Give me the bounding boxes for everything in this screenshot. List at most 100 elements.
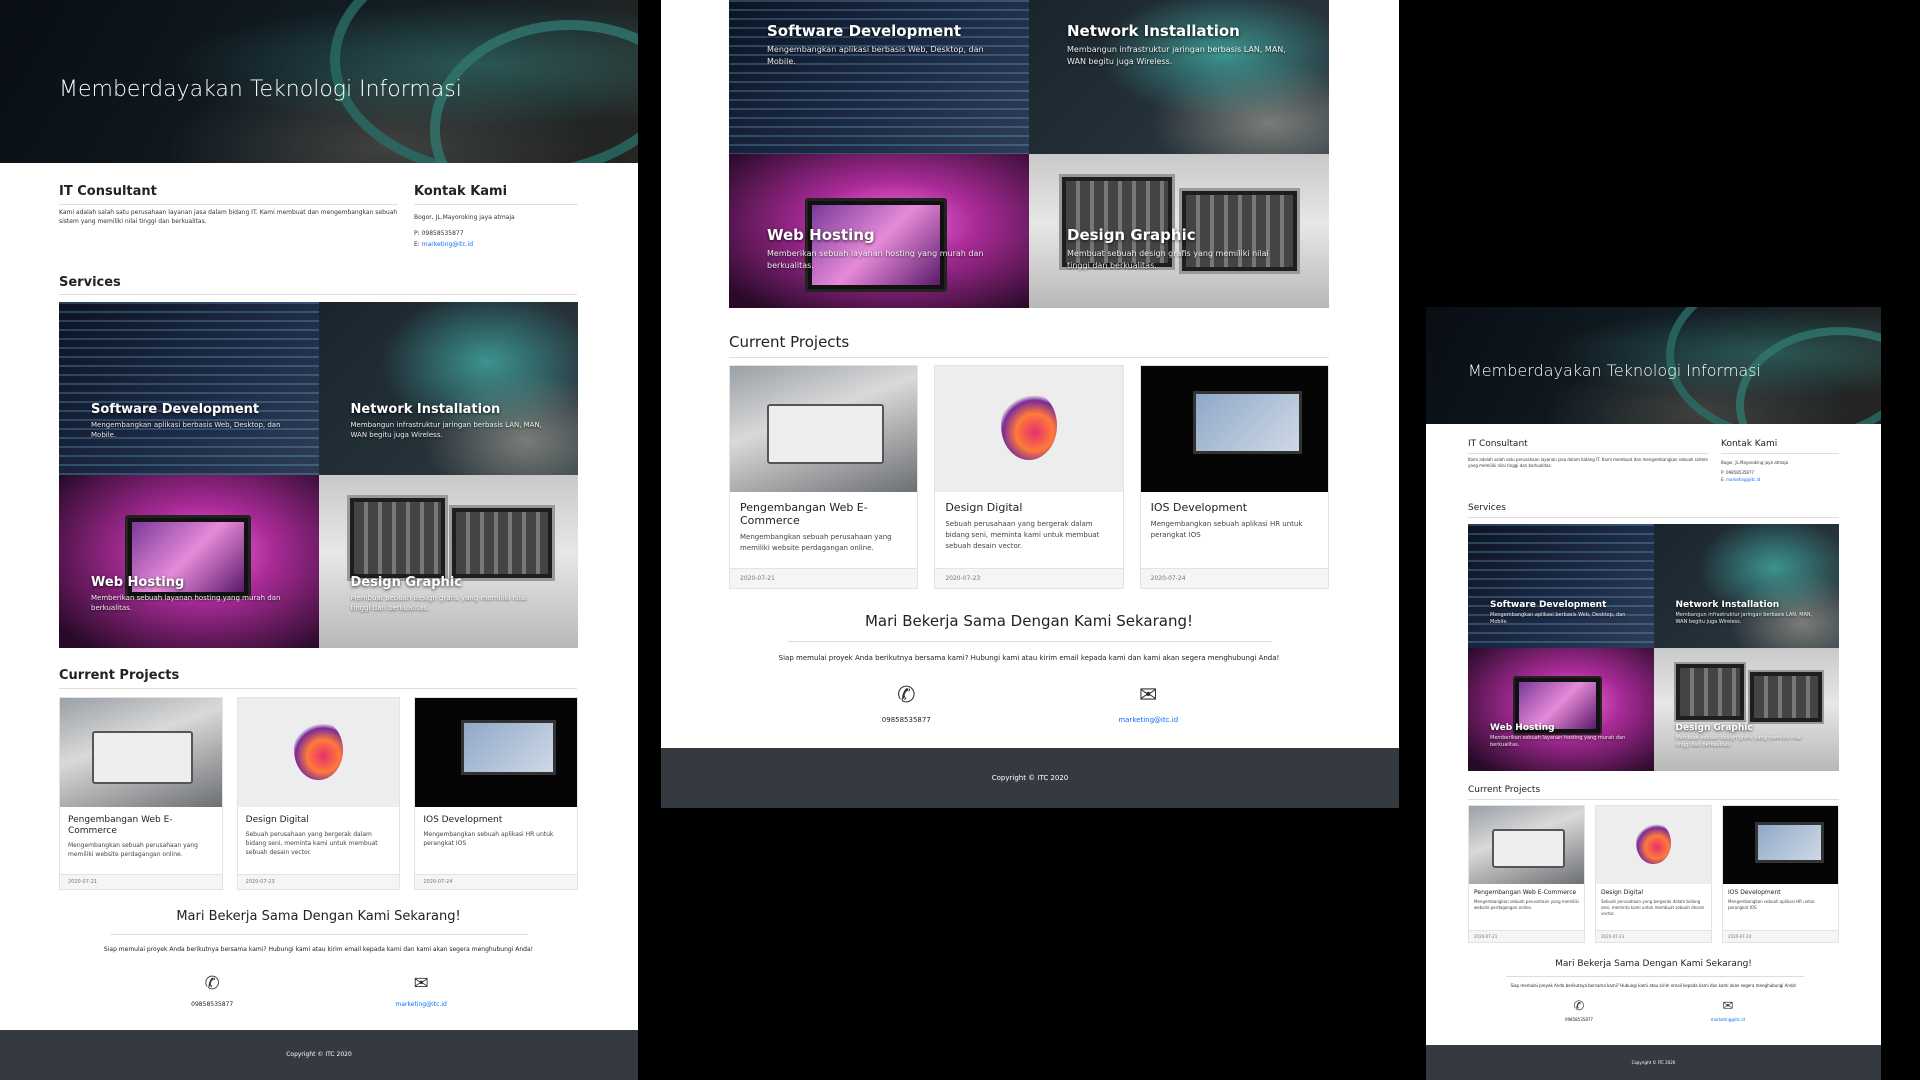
footer-copyright: Copyright © ITC 2020 [1631,1060,1676,1065]
about-heading: IT Consultant [59,184,157,199]
projects-heading: Current Projects [729,333,850,351]
project-card[interactable]: Design Digital Sebuah perusahaan yang ber… [236,697,401,890]
service-desc: Mengembangkan aplikasi berbasis Web, Des… [767,45,984,66]
service-desc: Mengembangkan aplikasi berbasis Web, Des… [1490,611,1626,625]
cta-email-link[interactable]: marketing@itc.id [396,1001,447,1008]
phone-icon: ✆ [1573,999,1585,1014]
cta-lead: Siap memulai proyek Anda berikutnya bers… [1510,983,1797,988]
service-title: Software Development [767,22,961,40]
project-card[interactable]: IOS Development Mengembangkan sebuah apli… [1139,365,1329,589]
envelope-icon: ✉ [1722,999,1734,1014]
divider [1721,453,1839,454]
cta-email-link[interactable]: marketing@itc.id [1118,716,1178,724]
cta-lead: Siap memulai proyek Anda berikutnya bers… [778,654,1280,662]
cta-heading: Mari Bekerja Sama Dengan Kami Sekarang! [864,612,1194,630]
divider [1468,517,1839,518]
service-tile-hosting[interactable]: Web Hosting Memberikan sebuah layanan hos… [1468,647,1654,771]
contact-phone-block: ✆ 09858535877 [191,975,234,1009]
project-date: 2020-07-23 [237,874,400,889]
service-title: Web Hosting [1490,723,1555,733]
footer-copyright: Copyright © ITC 2020 [991,774,1069,782]
divider [414,204,578,205]
phone-prefix: P: [1721,470,1725,475]
contact-email-link[interactable]: marketing@itc.id [422,241,473,248]
page-preview-desktop: Memberdayakan Teknologi Informasi IT Con… [0,0,638,1080]
project-title: IOS Development [1728,889,1781,896]
project-title: Pengembangan Web E-Commerce [68,815,173,836]
footer: Copyright © ITC 2020 [1426,1045,1881,1080]
service-desc: Mengembangkan aplikasi berbasis Web, Des… [91,421,281,439]
about-text: Kami adalah salah satu perusahaan layana… [59,209,398,225]
service-title: Design Graphic [350,575,462,590]
phone-prefix: P: [414,230,420,237]
project-image [935,366,1123,492]
project-card[interactable]: IOS Development Mengembangkan sebuah apli… [1722,805,1839,943]
service-tile-software[interactable]: Software Development Mengembangkan aplika… [1468,524,1654,648]
service-tile-hosting[interactable]: Web Hosting Memberikan sebuah layanan hos… [59,475,319,648]
service-tile-network[interactable]: Network Installation Membangun infrastruk… [1029,0,1329,154]
cta-lead: Siap memulai proyek Anda berikutnya bers… [103,946,534,953]
project-title: Pengembangan Web E-Commerce [1474,889,1577,896]
email-prefix: E: [1721,477,1725,482]
contact-email-link[interactable]: marketing@itc.id [1726,477,1760,482]
service-title: Network Installation [350,402,501,417]
contact-email-block: ✉ marketing@itc.id [396,975,447,1009]
project-desc: Mengembangkan sebuah perusahaan yang mem… [740,533,892,552]
project-date: 2020-07-24 [1140,568,1328,588]
contact-address: Bogor, JL.Mayoroking jaya atmaja [1721,460,1789,465]
projects-row: Pengembangan Web E-Commerce Mengembangkan… [1468,805,1839,943]
hero-title: Memberdayakan Teknologi Informasi [1468,361,1761,380]
service-desc: Membangun infrastruktur jaringan berbasi… [1067,45,1286,66]
service-tile-hosting[interactable]: Web Hosting Memberikan sebuah layanan hos… [729,154,1029,308]
project-desc: Sebuah perusahaan yang bergerak dalam bi… [945,520,1100,550]
project-desc: Mengembangkan sebuah aplikasi HR untuk p… [1728,899,1815,910]
projects-row: Pengembangan Web E-Commerce Mengembangkan… [729,365,1329,589]
project-image [1469,806,1584,884]
service-tile-software[interactable]: Software Development Mengembangkan aplika… [59,302,319,475]
project-desc: Mengembangkan sebuah aplikasi HR untuk p… [423,831,554,847]
project-date: 2020-07-21 [1469,930,1584,942]
divider [1468,453,1708,454]
cta-phone: 09858535877 [1564,1017,1593,1022]
service-title: Design Graphic [1675,723,1753,733]
services-grid: Software Development Mengembangkan aplika… [1468,524,1839,771]
project-image [1596,806,1711,884]
project-image [60,698,222,807]
project-card[interactable]: Pengembangan Web E-Commerce Mengembangkan… [1468,805,1585,943]
cta-phone: 09858535877 [191,1001,234,1008]
service-title: Network Installation [1067,22,1240,40]
service-tile-design[interactable]: Design Graphic Membuat sebuah design graf… [318,475,578,648]
project-card[interactable]: IOS Development Mengembangkan sebuah apli… [414,697,578,890]
service-title: Web Hosting [767,226,875,244]
projects-row: Pengembangan Web E-Commerce Mengembangkan… [59,697,578,890]
service-title: Network Installation [1675,599,1780,610]
service-tile-network[interactable]: Network Installation Membangun infrastruk… [1653,524,1839,648]
project-card[interactable]: Pengembangan Web E-Commerce Mengembangkan… [59,697,223,890]
service-desc: Memberikan sebuah layanan hosting yang m… [1490,735,1626,748]
project-card[interactable]: Design Digital Sebuah perusahaan yang ber… [1595,805,1712,943]
project-date: 2020-07-21 [730,568,918,588]
service-tile-design[interactable]: Design Graphic Membuat sebuah design graf… [1029,154,1329,308]
contact-address: Bogor, JL.Mayoroking jaya atmaja [414,214,515,221]
cta-email-link[interactable]: marketing@itc.id [1711,1017,1745,1022]
divider [59,204,398,205]
project-date: 2020-07-24 [415,874,577,889]
service-tile-network[interactable]: Network Installation Membangun infrastruk… [318,302,578,475]
project-card[interactable]: Pengembangan Web E-Commerce Mengembangkan… [729,365,919,589]
project-image [730,366,918,492]
service-tile-software[interactable]: Software Development Mengembangkan aplika… [729,0,1029,154]
about-heading: IT Consultant [1468,439,1528,449]
project-title: Design Digital [245,815,309,825]
service-title: Web Hosting [91,575,185,590]
service-tile-design[interactable]: Design Graphic Membuat sebuah design graf… [1653,647,1839,771]
divider [1468,799,1839,800]
project-desc: Sebuah perusahaan yang bergerak dalam bi… [1601,899,1705,916]
service-desc: Memberikan sebuah layanan hosting yang m… [767,249,984,270]
services-grid: Software Development Mengembangkan aplika… [729,0,1329,308]
service-desc: Membangun infrastruktur jaringan berbasi… [350,421,542,439]
contact-phone-block: ✆ 09858535877 [1565,1000,1593,1022]
project-card[interactable]: Design Digital Sebuah perusahaan yang ber… [934,365,1124,589]
service-desc: Membuat sebuah design grafis yang memili… [350,594,528,612]
cta-heading: Mari Bekerja Sama Dengan Kami Sekarang! [176,909,461,924]
hero-title: Memberdayakan Teknologi Informasi [59,77,462,102]
